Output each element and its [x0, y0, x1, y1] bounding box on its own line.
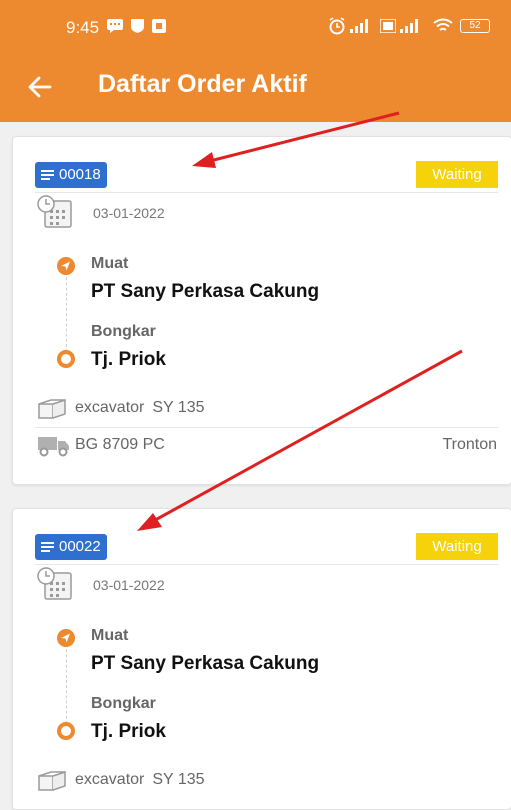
- alarm-icon: [329, 17, 345, 35]
- cargo-box-icon: [38, 770, 66, 791]
- status-bar: 9:45 52: [0, 0, 511, 48]
- cargo-model: SY 135: [152, 399, 205, 416]
- calendar-clock-icon: [37, 195, 72, 228]
- list-icon: [41, 542, 54, 552]
- cargo-name: excavator: [75, 771, 145, 788]
- list-icon: [41, 170, 54, 180]
- dropoff-place: Tj. Priok: [91, 349, 166, 370]
- pickup-label: Muat: [91, 255, 129, 272]
- dropoff-place: Tj. Priok: [91, 721, 166, 742]
- battery-icon: 52: [460, 19, 490, 33]
- volte-icon: [380, 19, 396, 33]
- page-title: Daftar Order Aktif: [98, 70, 307, 98]
- pickup-place: PT Sany Perkasa Cakung: [91, 281, 320, 302]
- divider: [35, 564, 498, 565]
- cargo-name: excavator: [75, 399, 145, 416]
- wifi-icon: [433, 18, 453, 31]
- calendar-clock-icon: [37, 567, 72, 600]
- order-card[interactable]: 00018 Waiting 03-01-2022 Muat PT Sany Pe…: [12, 136, 511, 485]
- dropoff-location-icon: [57, 722, 75, 740]
- dropoff-label: Bongkar: [91, 695, 156, 712]
- divider: [35, 192, 498, 193]
- order-date: 03-01-2022: [93, 205, 165, 221]
- status-badge: Waiting: [416, 533, 498, 560]
- order-number-badge: 00018: [35, 162, 107, 188]
- status-time: 9:45: [66, 18, 100, 37]
- cargo-info: excavator SY 135: [75, 771, 213, 789]
- dropoff-label: Bongkar: [91, 323, 156, 340]
- message-icon: [107, 19, 123, 33]
- cargo-model: SY 135: [152, 771, 205, 788]
- app-bar: 9:45 52 Daftar Order Aktif: [0, 0, 511, 122]
- battery-level: 52: [469, 20, 481, 31]
- cargo-box-icon: [38, 398, 66, 419]
- app-notification-icon: [152, 19, 166, 33]
- shield-icon: [131, 19, 144, 33]
- route-line: [66, 639, 67, 724]
- order-card[interactable]: 00022 Waiting 03-01-2022 Muat PT Sany Pe…: [12, 508, 511, 810]
- cargo-info: excavator SY 135: [75, 399, 213, 417]
- signal-icon: [350, 19, 368, 33]
- order-number: 00018: [59, 166, 101, 183]
- arrow-left-icon[interactable]: [26, 73, 54, 101]
- dropoff-location-icon: [57, 350, 75, 368]
- order-number-badge: 00022: [35, 534, 107, 560]
- divider: [35, 427, 498, 428]
- pickup-place: PT Sany Perkasa Cakung: [91, 653, 320, 674]
- pickup-location-icon: [57, 257, 75, 275]
- order-number: 00022: [59, 538, 101, 555]
- pickup-location-icon: [57, 629, 75, 647]
- vehicle-plate: BG 8709 PC: [75, 436, 165, 453]
- order-date: 03-01-2022: [93, 577, 165, 593]
- route-line: [66, 267, 67, 352]
- status-badge: Waiting: [416, 161, 498, 188]
- vehicle-type: Tronton: [442, 436, 497, 453]
- signal-2-icon: [400, 19, 418, 33]
- pickup-label: Muat: [91, 627, 129, 644]
- truck-icon: [38, 437, 69, 457]
